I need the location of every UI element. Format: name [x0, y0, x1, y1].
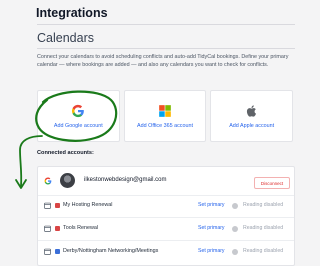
calendar-color-swatch — [55, 226, 60, 231]
calendar-icon — [44, 202, 51, 209]
reading-toggle[interactable] — [232, 203, 238, 209]
add-google-account-button[interactable]: Add Google account — [37, 90, 120, 142]
add-office-365-account-label: Add Office 365 account — [137, 122, 193, 129]
calendar-name: My Hosting Renewal — [63, 202, 113, 208]
calendar-icon — [44, 225, 51, 232]
divider — [37, 24, 295, 25]
set-primary-link[interactable]: Set primary — [198, 248, 225, 254]
calendars-description: Connect your calendars to avoid scheduli… — [37, 54, 289, 68]
add-office-365-account-button[interactable]: Add Office 365 account — [123, 90, 207, 142]
calendar-icon — [44, 248, 51, 255]
reading-toggle[interactable] — [232, 249, 238, 255]
connected-accounts-panel: ilkestonwebdesign@gmail.com Disconnect M… — [37, 166, 295, 266]
divider — [37, 48, 295, 49]
set-primary-link[interactable]: Set primary — [198, 202, 225, 208]
calendar-name: Tools Renewal — [63, 225, 99, 231]
google-icon — [44, 177, 52, 185]
calendar-row: Tools Renewal Set primary Reading disabl… — [38, 218, 294, 241]
account-email: ilkestonwebdesign@gmail.com — [84, 177, 167, 183]
add-apple-account-button[interactable]: Add Apple account — [210, 90, 294, 142]
apple-icon — [246, 104, 256, 117]
calendar-color-swatch — [55, 249, 60, 254]
calendar-row: My Hosting Renewal Set primary Reading d… — [38, 195, 294, 218]
reading-status: Reading disabled — [243, 248, 284, 254]
disconnect-button[interactable]: Disconnect — [254, 177, 290, 189]
office-365-icon — [159, 104, 171, 117]
add-google-account-label: Add Google account — [53, 122, 103, 129]
account-row: ilkestonwebdesign@gmail.com Disconnect — [38, 167, 294, 196]
connected-accounts-heading: Connected accounts: — [37, 150, 94, 156]
reading-status: Reading disabled — [243, 202, 284, 208]
calendar-name: Derby/Nottingham Networking/Meetings — [63, 248, 159, 254]
add-apple-account-label: Add Apple account — [229, 122, 275, 129]
page-title: Integrations — [36, 6, 108, 20]
calendar-row: Derby/Nottingham Networking/Meetings Set… — [38, 241, 294, 263]
calendars-heading: Calendars — [37, 31, 94, 45]
provider-cards: Add Google account Add Office 365 accoun… — [37, 90, 294, 142]
reading-status: Reading disabled — [243, 225, 284, 231]
calendar-color-swatch — [55, 203, 60, 208]
reading-toggle[interactable] — [232, 226, 238, 232]
avatar — [60, 173, 75, 188]
set-primary-link[interactable]: Set primary — [198, 225, 225, 231]
google-icon — [72, 104, 85, 117]
